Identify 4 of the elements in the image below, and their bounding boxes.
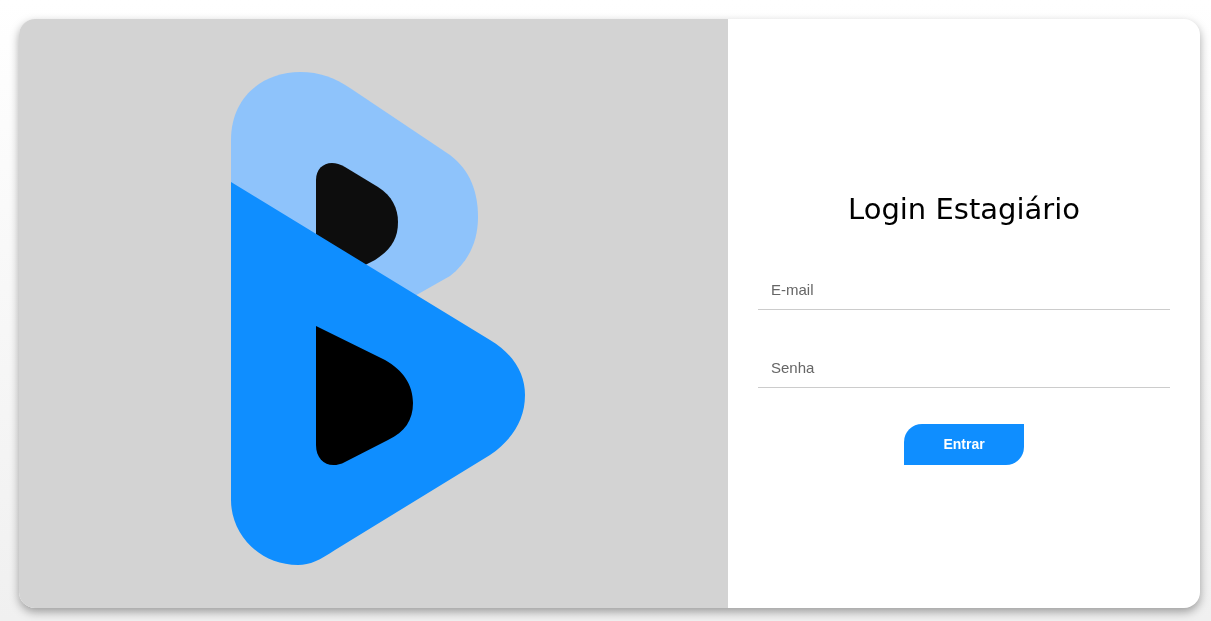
login-button[interactable]: Entrar — [904, 424, 1024, 465]
input-field[interactable]: E-mail — [758, 269, 1170, 310]
login-title: Login Estagiário — [848, 191, 1080, 228]
input-field[interactable]: Senha — [758, 347, 1170, 388]
